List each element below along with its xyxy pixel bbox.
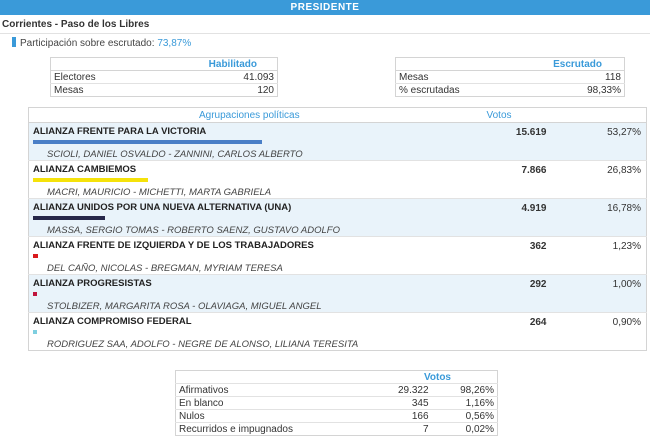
party-pct: 1,23% (612, 241, 641, 252)
habilitado-value: 41.093 (178, 70, 278, 84)
summary-label: Recurridos e impugnados (175, 422, 372, 436)
party-share-bar (33, 254, 39, 258)
party-share-bar (33, 330, 37, 334)
habilitado-label: Mesas (50, 83, 179, 97)
summary-pct: 0,56% (431, 409, 498, 423)
party-row: ALIANZA COMPROMISO FEDERAL RODRIGUEZ SAA,… (28, 312, 647, 351)
summary-votes: 29.322 (371, 383, 432, 397)
summary-header: Votos (423, 371, 451, 383)
party-candidates: MASSA, SERGIO TOMAS - ROBERTO SAENZ, GUS… (47, 225, 340, 236)
party-votes: 292 (529, 279, 547, 290)
participation-marker-icon (12, 37, 16, 47)
party-name: ALIANZA UNIDOS POR UNA NUEVA ALTERNATIVA… (33, 202, 292, 213)
party-cell: ALIANZA CAMBIEMOS MACRI, MAURICIO - MICHE… (29, 161, 487, 199)
escrutado-value: 98,33% (538, 83, 625, 97)
participation-label: Participación sobre escrutado: (20, 38, 155, 49)
party-pct: 1,00% (612, 279, 641, 290)
table-row: En blanco 345 1,16% (175, 396, 498, 410)
summary-table: Votos Afirmativos 29.322 98,26% En blanc… (175, 370, 498, 436)
escrutado-label: Mesas (395, 70, 539, 84)
party-cell: ALIANZA PROGRESISTAS STOLBIZER, MARGARITA… (29, 275, 487, 313)
summary-label: Nulos (175, 409, 372, 423)
location-title: Corrientes - Paso de los Libres (2, 19, 150, 30)
party-pct: 53,27% (607, 127, 641, 138)
table-row: Recurridos e impugnados 7 0,02% (175, 422, 498, 436)
divider (0, 33, 650, 34)
habilitado-value: 120 (178, 83, 278, 97)
participation-line: Participación sobre escrutado: 73,87% (12, 37, 191, 49)
habilitado-label: Electores (50, 70, 179, 84)
party-cell: ALIANZA FRENTE DE IZQUIERDA Y DE LOS TRA… (29, 237, 487, 275)
party-pct: 16,78% (607, 203, 641, 214)
party-pct: 26,83% (607, 165, 641, 176)
party-candidates: SCIOLI, DANIEL OSVALDO - ZANNINI, CARLOS… (47, 149, 303, 160)
party-cell: ALIANZA UNIDOS POR UNA NUEVA ALTERNATIVA… (29, 199, 487, 237)
party-name: ALIANZA FRENTE DE IZQUIERDA Y DE LOS TRA… (33, 240, 314, 251)
party-candidates: RODRIGUEZ SAA, ADOLFO - NEGRE DE ALONSO,… (47, 339, 359, 350)
party-share-bar (33, 178, 149, 182)
party-share-bar (33, 140, 263, 144)
table-row: Electores 41.093 (50, 70, 278, 84)
summary-votes: 7 (371, 422, 432, 436)
results-table: Agrupaciones políticas Votos ALIANZA FRE… (28, 107, 647, 351)
habilitado-header: Habilitado (50, 57, 278, 71)
party-votes: 15.619 (515, 127, 547, 138)
summary-pct: 1,16% (431, 396, 498, 410)
party-votes: 4.919 (521, 203, 547, 214)
table-row: Afirmativos 29.322 98,26% (175, 383, 498, 397)
party-name: ALIANZA COMPROMISO FEDERAL (33, 316, 192, 327)
party-cell: ALIANZA COMPROMISO FEDERAL RODRIGUEZ SAA,… (29, 313, 487, 351)
party-votes: 264 (529, 317, 547, 328)
summary-votes: 166 (371, 409, 432, 423)
escrutado-value: 118 (538, 70, 625, 84)
party-votes: 362 (529, 241, 547, 252)
party-cell: ALIANZA FRENTE PARA LA VICTORIA SCIOLI, D… (29, 123, 487, 161)
party-name: ALIANZA PROGRESISTAS (33, 278, 152, 289)
participation-value: 73,87% (157, 38, 192, 49)
party-share-bar (33, 292, 38, 296)
column-header-votes: Votos (486, 107, 647, 123)
summary-label: En blanco (175, 396, 372, 410)
party-row: ALIANZA CAMBIEMOS MACRI, MAURICIO - MICHE… (28, 160, 647, 199)
party-pct: 0,90% (612, 317, 641, 328)
escrutado-table: Escrutado Mesas 118 % escrutadas 98,33% (395, 57, 625, 97)
table-row: % escrutadas 98,33% (395, 83, 625, 97)
party-candidates: DEL CAÑO, NICOLAS - BREGMAN, MYRIAM TERE… (47, 263, 283, 274)
party-row: ALIANZA FRENTE PARA LA VICTORIA SCIOLI, D… (28, 122, 647, 161)
party-votes: 7.866 (521, 165, 547, 176)
party-name: ALIANZA FRENTE PARA LA VICTORIA (33, 126, 207, 137)
column-header-party: Agrupaciones políticas (28, 107, 487, 123)
party-row: ALIANZA PROGRESISTAS STOLBIZER, MARGARITA… (28, 274, 647, 313)
party-candidates: MACRI, MAURICIO - MICHETTI, MARTA GABRIE… (47, 187, 272, 198)
party-name: ALIANZA CAMBIEMOS (33, 164, 137, 175)
party-row: ALIANZA FRENTE DE IZQUIERDA Y DE LOS TRA… (28, 236, 647, 275)
table-row: Mesas 118 (395, 70, 625, 84)
party-row: ALIANZA UNIDOS POR UNA NUEVA ALTERNATIVA… (28, 198, 647, 237)
escrutado-label: % escrutadas (395, 83, 539, 97)
habilitado-table: Habilitado Electores 41.093 Mesas 120 (50, 57, 278, 97)
summary-votes: 345 (371, 396, 432, 410)
summary-label: Afirmativos (175, 383, 372, 397)
party-share-bar (33, 216, 106, 220)
table-row: Mesas 120 (50, 83, 278, 97)
table-row: Nulos 166 0,56% (175, 409, 498, 423)
summary-pct: 0,02% (431, 422, 498, 436)
summary-pct: 98,26% (431, 383, 498, 397)
party-candidates: STOLBIZER, MARGARITA ROSA - OLAVIAGA, MI… (47, 301, 322, 312)
section-header: PRESIDENTE (0, 0, 650, 15)
escrutado-header: Escrutado (395, 57, 625, 71)
